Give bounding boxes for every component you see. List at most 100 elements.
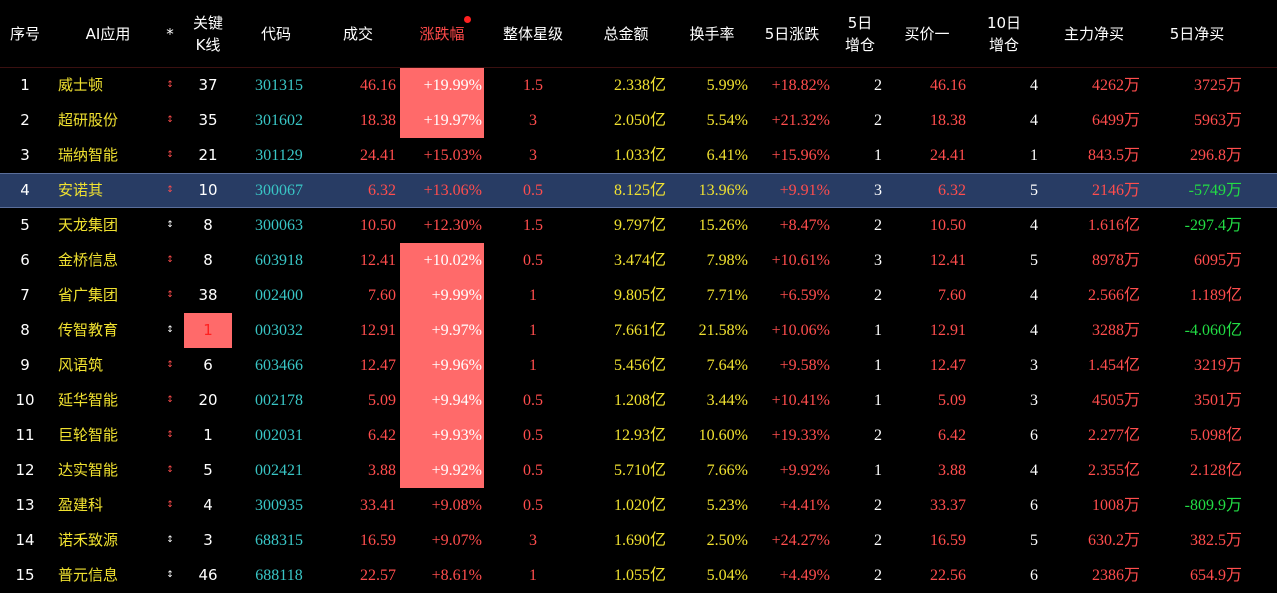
cell-seq: 3 — [20, 146, 30, 164]
cell-5day-add: 2 — [874, 217, 882, 234]
cell-stock-code: 301129 — [255, 147, 303, 164]
header-key-kline[interactable]: 关键 K线 — [184, 0, 232, 67]
cell-change-pct: +12.30% — [423, 217, 482, 234]
cell-seq: 6 — [20, 251, 30, 269]
cell-star-arrow: ↕ — [166, 465, 174, 475]
cell-turnover: 2.50% — [706, 532, 748, 549]
cell-seq: 4 — [20, 181, 30, 199]
cell-price: 3.88 — [368, 462, 396, 479]
cell-turnover: 5.54% — [706, 112, 748, 129]
header-change-sorted[interactable]: 涨跌幅 — [400, 0, 484, 67]
table-row[interactable]: 14 诺禾致源 ↕ 3 688315 16.59 +9.07% 3 1.690亿 2.50% +24… — [0, 523, 1277, 558]
header-seq-label: 序号 — [9, 24, 40, 43]
cell-5day-add: 2 — [874, 532, 882, 549]
header-10day-add[interactable]: 10日 增仓 — [980, 0, 1028, 67]
cell-5day-net: -809.9万 — [1184, 497, 1242, 514]
header-bid1[interactable]: 买价一 — [892, 0, 962, 67]
table-row[interactable]: 13 盈建科 ↕ 4 300935 33.41 +9.08% 0.5 1.020亿 5.23% +4… — [0, 488, 1277, 523]
cell-10day-add: 4 — [1030, 287, 1038, 304]
cell-stock-name: 巨轮智能 — [58, 426, 119, 444]
cell-stock-name: 天龙集团 — [58, 216, 119, 234]
cell-change-pct: +9.96% — [400, 348, 484, 383]
table-row[interactable]: 12 达实智能 ↕ 5 002421 3.88 +9.92% 0.5 5.710亿 7.66% +9… — [0, 453, 1277, 488]
header-5day-change[interactable]: 5日涨跌 — [752, 0, 832, 67]
cell-5day-add: 1 — [874, 357, 882, 374]
cell-key-kline: 6 — [203, 356, 213, 374]
cell-key-kline: 21 — [198, 146, 218, 164]
header-code[interactable]: 代码 — [240, 0, 312, 67]
cell-amount: 1.055亿 — [613, 567, 666, 584]
table-row[interactable]: 6 金桥信息 ↕ 8 603918 12.41 +10.02% 0.5 3.474亿 7.98% +… — [0, 243, 1277, 278]
cell-star-arrow: ↕ — [166, 430, 174, 440]
header-main-net[interactable]: 主力净买 — [1048, 0, 1140, 67]
table-row[interactable]: 2 超研股份 ↕ 35 301602 18.38 +19.97% 3 2.050亿 5.54% +2… — [0, 103, 1277, 138]
cell-10day-add: 4 — [1030, 217, 1038, 234]
table-row[interactable]: 15 普元信息 ↕ 46 688118 22.57 +8.61% 1 1.055亿 5.04% +4… — [0, 558, 1277, 593]
cell-star-arrow: ↕ — [166, 500, 174, 510]
header-kline-line1: 关键 — [192, 13, 223, 32]
cell-price: 12.47 — [360, 357, 396, 374]
cell-rating: 1.5 — [523, 77, 543, 94]
cell-stock-name: 延华智能 — [58, 391, 119, 409]
cell-5day-net: 5963万 — [1193, 112, 1242, 129]
header-rating-label: 整体星级 — [502, 24, 563, 43]
cell-5day-add: 2 — [874, 77, 882, 94]
cell-5day-net: 3501万 — [1193, 392, 1242, 409]
cell-10day-add: 4 — [1030, 462, 1038, 479]
header-5day-add[interactable]: 5日 增仓 — [838, 0, 882, 67]
cell-5day-change: +4.41% — [779, 497, 830, 514]
header-add5-line1: 5日 — [847, 13, 873, 32]
header-turnover[interactable]: 换手率 — [674, 0, 750, 67]
cell-stock-code: 002178 — [255, 392, 303, 409]
cell-key-kline: 38 — [198, 286, 218, 304]
table-row[interactable]: 10 延华智能 ↕ 20 002178 5.09 +9.94% 0.5 1.208亿 3.44% +… — [0, 383, 1277, 418]
cell-amount: 9.805亿 — [613, 287, 666, 304]
cell-5day-net: 5.098亿 — [1189, 427, 1242, 444]
cell-turnover: 7.98% — [706, 252, 748, 269]
header-ai-label: AI应用 — [85, 24, 131, 43]
cell-price: 6.32 — [368, 182, 396, 199]
table-row[interactable]: 11 巨轮智能 ↕ 1 002031 6.42 +9.93% 0.5 12.93亿 10.60% +… — [0, 418, 1277, 453]
table-row[interactable]: 8 传智教育 ↕ 1 003032 12.91 +9.97% 1 7.661亿 21.58% +10… — [0, 313, 1277, 348]
cell-key-kline: 3 — [203, 531, 213, 549]
header-star[interactable]: * — [160, 0, 180, 67]
cell-stock-name: 风语筑 — [58, 356, 104, 374]
cell-price: 7.60 — [368, 287, 396, 304]
table-row[interactable]: 1 威士顿 ↕ 37 301315 46.16 +19.99% 1.5 2.338亿 5.99% +… — [0, 68, 1277, 103]
table-row[interactable]: 5 天龙集团 ↕ 8 300063 10.50 +12.30% 1.5 9.797亿 15.26%… — [0, 208, 1277, 243]
cell-star-arrow: ↕ — [166, 80, 174, 90]
table-row[interactable]: 9 风语筑 ↕ 6 603466 12.47 +9.96% 1 5.456亿 7.64% +9.58… — [0, 348, 1277, 383]
cell-turnover: 7.64% — [706, 357, 748, 374]
cell-stock-name: 普元信息 — [58, 566, 119, 584]
cell-stock-name: 安诺其 — [58, 181, 104, 199]
cell-5day-net: 3219万 — [1193, 357, 1242, 374]
cell-main-net: 2.277亿 — [1087, 427, 1140, 444]
cell-key-kline: 10 — [198, 181, 218, 199]
cell-5day-change: +9.92% — [779, 462, 830, 479]
cell-amount: 9.797亿 — [613, 217, 666, 234]
table-row[interactable]: 7 省广集团 ↕ 38 002400 7.60 +9.99% 1 9.805亿 7.71% +6.5… — [0, 278, 1277, 313]
cell-star-arrow: ↕ — [166, 570, 174, 580]
cell-stock-name: 超研股份 — [58, 111, 119, 129]
header-amount[interactable]: 总金额 — [584, 0, 668, 67]
header-rating[interactable]: 整体星级 — [490, 0, 576, 67]
cell-10day-add: 4 — [1030, 112, 1038, 129]
header-5day-net[interactable]: 5日净买 — [1150, 0, 1244, 67]
header-ai-app[interactable]: AI应用 — [64, 0, 152, 67]
cell-stock-code: 003032 — [255, 322, 303, 339]
cell-bid1: 12.41 — [930, 252, 966, 269]
cell-5day-add: 3 — [874, 252, 882, 269]
cell-amount: 2.338亿 — [613, 77, 666, 94]
table-row[interactable]: 4 安诺其 ↕ 10 300067 6.32 +13.06% 0.5 8.125亿 13.96% +… — [0, 173, 1277, 208]
header-seq[interactable]: 序号 — [0, 0, 50, 67]
cell-amount: 8.125亿 — [613, 182, 666, 199]
header-price[interactable]: 成交 — [324, 0, 392, 67]
cell-seq: 7 — [20, 286, 30, 304]
cell-rating: 1 — [529, 287, 537, 304]
cell-change-pct: +9.07% — [431, 532, 482, 549]
cell-main-net: 4505万 — [1091, 392, 1140, 409]
cell-key-kline: 1 — [203, 426, 213, 444]
table-row[interactable]: 3 瑞纳智能 ↕ 21 301129 24.41 +15.03% 3 1.033亿 6.41% +1… — [0, 138, 1277, 173]
cell-10day-add: 1 — [1030, 147, 1038, 164]
cell-5day-add: 2 — [874, 112, 882, 129]
